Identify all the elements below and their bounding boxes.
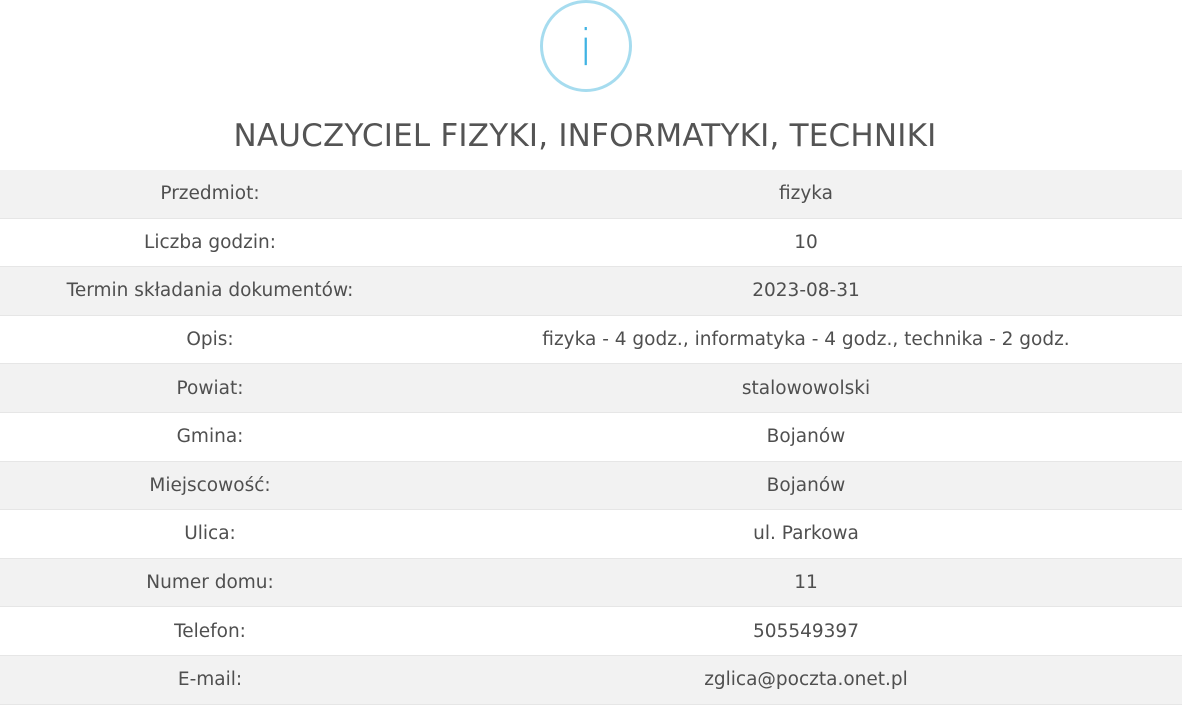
detail-value: 11 [794, 572, 818, 594]
detail-value: fizyka [778, 183, 834, 205]
detail-label: Miejscowość: [149, 474, 271, 496]
detail-row-deadline: Termin składania dokumentów: 2023-08-31 [0, 267, 1182, 316]
detail-row-street: Ulica: ul. Parkowa [0, 510, 1182, 559]
detail-row-phone: Telefon: 505549397 [0, 607, 1182, 656]
job-offer-page: i NAUCZYCIEL FIZYKI, INFORMATYKI, TECHNI… [0, 0, 1182, 720]
info-icon-glyph: i [579, 19, 593, 77]
info-icon: i [540, 0, 632, 92]
detail-label: Gmina: [176, 426, 244, 448]
detail-label: Telefon: [174, 620, 246, 642]
detail-label: Termin składania dokumentów: [66, 280, 354, 302]
detail-row-house-number: Numer domu: 11 [0, 558, 1182, 608]
detail-row-email: E-mail: zglica@poczta.onet.pl [0, 655, 1182, 705]
detail-value: stalowowolski [741, 377, 871, 399]
detail-row-hours: Liczba godzin: 10 [0, 218, 1182, 268]
detail-value: 10 [794, 231, 818, 253]
detail-label: Numer domu: [146, 572, 274, 594]
detail-value: zglica@poczta.onet.pl [704, 669, 908, 691]
detail-label: Powiat: [176, 377, 244, 399]
detail-label: Opis: [186, 329, 234, 351]
detail-row-commune: Gmina: Bojanów [0, 412, 1182, 462]
detail-value: ul. Parkowa [753, 523, 859, 545]
detail-row-town: Miejscowość: Bojanów [0, 461, 1182, 511]
detail-label: Liczba godzin: [144, 231, 276, 253]
detail-value: 505549397 [753, 620, 859, 642]
detail-label: Ulica: [184, 523, 236, 545]
detail-label: E-mail: [177, 669, 243, 691]
detail-label: Przedmiot: [160, 183, 260, 205]
detail-value: Bojanów [766, 426, 846, 448]
detail-row-description: Opis: fizyka - 4 godz., informatyka - 4 … [0, 315, 1182, 365]
details-table: Przedmiot: fizyka Liczba godzin: 10 Term… [0, 170, 1182, 705]
detail-value: fizyka - 4 godz., informatyka - 4 godz.,… [542, 329, 1070, 351]
detail-row-county: Powiat: stalowowolski [0, 364, 1182, 413]
detail-row-subject: Przedmiot: fizyka [0, 170, 1182, 219]
detail-value: Bojanów [766, 474, 846, 496]
detail-value: 2023-08-31 [752, 280, 860, 302]
page-title: NAUCZYCIEL FIZYKI, INFORMATYKI, TECHNIKI [233, 118, 937, 154]
